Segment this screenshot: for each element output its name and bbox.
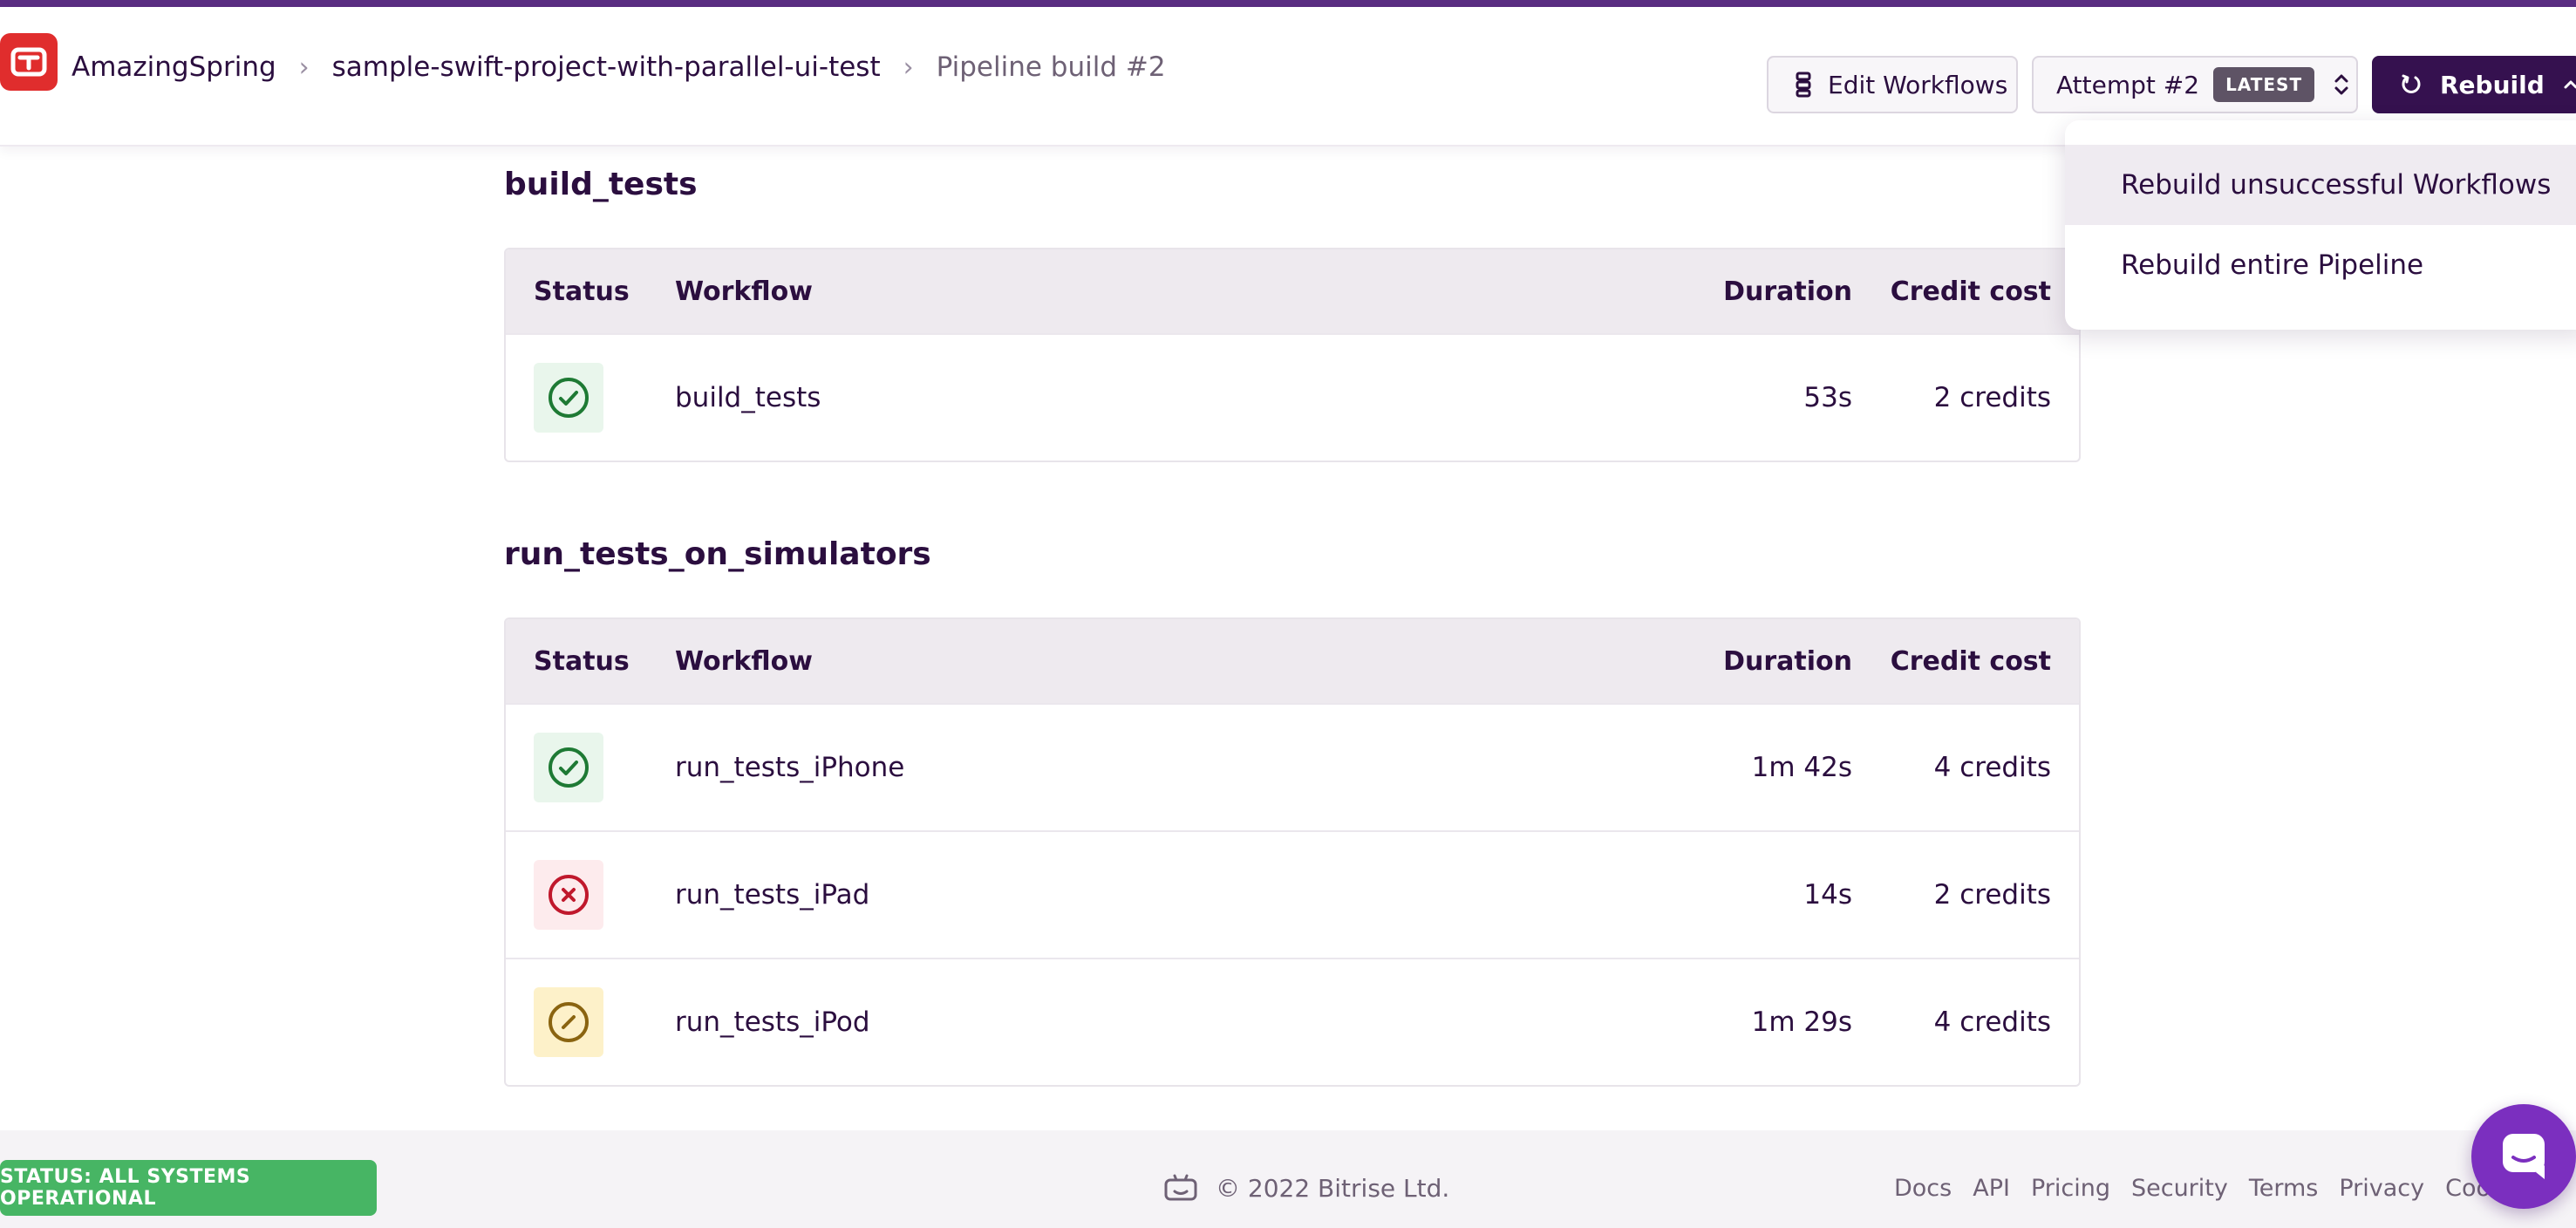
- table-row[interactable]: run_tests_iPhone 1m 42s 4 credits: [506, 703, 2079, 830]
- column-header-credit-cost: Credit cost: [1890, 276, 2051, 307]
- footer-link-docs[interactable]: Docs: [1894, 1175, 1952, 1202]
- workflow-table: Status Workflow Duration Credit cost bui…: [504, 248, 2081, 462]
- workflow-table: Status Workflow Duration Credit cost run…: [504, 617, 2081, 1087]
- slash-circle-icon: [534, 987, 603, 1057]
- stage-section: build_tests Status Workflow Duration Cre…: [504, 147, 2081, 462]
- breadcrumb-current-page: Pipeline build #2: [936, 51, 1166, 83]
- bitrise-logo-icon[interactable]: [0, 33, 58, 91]
- column-header-workflow: Workflow: [675, 645, 813, 677]
- status-cell: [506, 860, 675, 930]
- menu-item-rebuild-unsuccessful[interactable]: Rebuild unsuccessful Workflows: [2065, 145, 2576, 225]
- table-row[interactable]: run_tests_iPod 1m 29s 4 credits: [506, 958, 2079, 1085]
- rebuild-menu: Rebuild unsuccessful Workflows Rebuild e…: [2065, 120, 2576, 330]
- breadcrumb: AmazingSpring › sample-swift-project-wit…: [72, 45, 1166, 89]
- workflow-name[interactable]: build_tests: [675, 382, 1625, 413]
- chevron-up-icon: [2562, 78, 2576, 92]
- attempt-select[interactable]: Attempt #2 LATEST: [2032, 56, 2358, 113]
- x-circle-icon: [534, 860, 603, 930]
- check-circle-icon: [534, 363, 603, 433]
- footer-link-security[interactable]: Security: [2131, 1175, 2228, 1202]
- check-circle-icon: [534, 733, 603, 802]
- footer-link-api[interactable]: API: [1973, 1175, 2010, 1202]
- table-header: Status Workflow Duration Credit cost: [506, 249, 2079, 333]
- chat-button[interactable]: [2471, 1104, 2576, 1209]
- duration-value: 1m 42s: [1751, 752, 1852, 783]
- duration-value: 14s: [1803, 879, 1852, 911]
- column-header-status: Status: [534, 276, 630, 307]
- status-cell: [506, 363, 675, 433]
- table-row[interactable]: build_tests 53s 2 credits: [506, 333, 2079, 460]
- latest-badge: LATEST: [2213, 67, 2315, 102]
- workflow-name[interactable]: run_tests_iPod: [675, 1006, 1625, 1038]
- footer-link-privacy[interactable]: Privacy: [2339, 1175, 2424, 1202]
- top-accent-bar: [0, 0, 2576, 7]
- chat-icon: [2498, 1129, 2550, 1184]
- copyright: © 2022 Bitrise Ltd.: [1163, 1169, 1449, 1207]
- system-status-badge[interactable]: STATUS: ALL SYSTEMS OPERATIONAL: [0, 1160, 377, 1216]
- stage-section: run_tests_on_simulators Status Workflow …: [504, 516, 2081, 1087]
- chevron-up-down-icon: [2334, 72, 2349, 98]
- page-footer: STATUS: ALL SYSTEMS OPERATIONAL © 2022 B…: [0, 1130, 2576, 1228]
- refresh-icon: [2400, 73, 2423, 96]
- column-header-workflow: Workflow: [675, 276, 813, 307]
- table-row[interactable]: run_tests_iPad 14s 2 credits: [506, 830, 2079, 958]
- chevron-right-icon: ›: [903, 51, 914, 83]
- footer-link-pricing[interactable]: Pricing: [2031, 1175, 2110, 1202]
- column-header-credit-cost: Credit cost: [1890, 645, 2051, 677]
- breadcrumb-workspace[interactable]: AmazingSpring: [72, 51, 276, 83]
- footer-link-terms[interactable]: Terms: [2249, 1175, 2319, 1202]
- chevron-right-icon: ›: [298, 51, 310, 83]
- table-header: Status Workflow Duration Credit cost: [506, 619, 2079, 703]
- stage-title: build_tests: [504, 166, 698, 202]
- status-cell: [506, 987, 675, 1057]
- rebuild-label: Rebuild: [2440, 70, 2545, 99]
- status-cell: [506, 733, 675, 802]
- credit-cost-value: 4 credits: [1933, 752, 2051, 783]
- workflow-name[interactable]: run_tests_iPad: [675, 879, 1625, 911]
- edit-workflows-button[interactable]: Edit Workflows: [1767, 56, 2018, 113]
- duration-value: 53s: [1803, 382, 1852, 413]
- footer-links: Docs API Pricing Security Terms Privacy …: [1894, 1169, 2546, 1207]
- bitbot-icon: [1163, 1174, 1198, 1202]
- edit-workflows-label: Edit Workflows: [1828, 70, 2008, 99]
- workflow-name[interactable]: run_tests_iPhone: [675, 752, 1625, 783]
- copyright-text: © 2022 Bitrise Ltd.: [1216, 1173, 1450, 1203]
- menu-item-rebuild-entire-pipeline[interactable]: Rebuild entire Pipeline: [2065, 225, 2576, 305]
- credit-cost-value: 2 credits: [1933, 382, 2051, 413]
- credit-cost-value: 4 credits: [1933, 1006, 2051, 1038]
- column-header-status: Status: [534, 645, 630, 677]
- rebuild-button[interactable]: Rebuild: [2372, 56, 2576, 113]
- duration-value: 1m 29s: [1751, 1006, 1852, 1038]
- attempt-label: Attempt #2: [2056, 70, 2200, 99]
- credit-cost-value: 2 credits: [1933, 879, 2051, 911]
- column-header-duration: Duration: [1723, 645, 1852, 677]
- column-header-duration: Duration: [1723, 276, 1852, 307]
- pipeline-content: build_tests Status Workflow Duration Cre…: [504, 147, 2081, 1087]
- stage-title: run_tests_on_simulators: [504, 536, 931, 572]
- workflow-icon: [1795, 72, 1812, 98]
- breadcrumb-project[interactable]: sample-swift-project-with-parallel-ui-te…: [332, 51, 881, 83]
